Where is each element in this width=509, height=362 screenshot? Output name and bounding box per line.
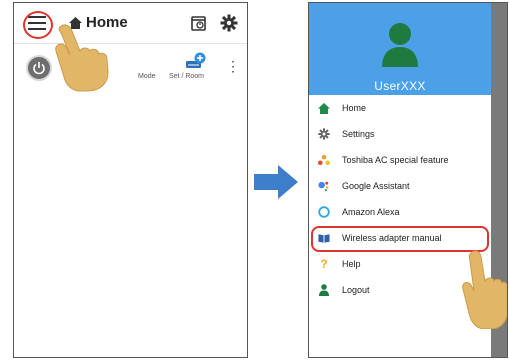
ac-unit-row[interactable]: Mode Set / Room ⋮ [14, 47, 247, 89]
question-icon: ? [320, 257, 328, 271]
mode-label: Mode [138, 73, 156, 80]
drawer-header: UserXXX [309, 3, 491, 95]
add-ac-unit-icon[interactable] [184, 51, 208, 78]
navigation-drawer-screen: UserXXX Home Settings Toshiba AC special… [308, 2, 508, 358]
menu-item-label: Toshiba AC special feature [342, 155, 449, 165]
menu-item-label: Home [342, 103, 367, 113]
menu-item-label: Google Assistant [342, 181, 410, 191]
menu-item-google-assistant[interactable]: Google Assistant [309, 173, 491, 199]
special-feature-icon [318, 154, 330, 166]
more-options-icon[interactable]: ⋮ [226, 59, 240, 73]
menu-item-label: Logout [342, 285, 370, 295]
username: UserXXX [374, 79, 426, 93]
app-header: Home [14, 3, 247, 44]
menu-item-home[interactable]: Home [309, 95, 491, 121]
home-screen: Home Mode Set / Room ⋮ [13, 2, 248, 358]
home-icon [318, 102, 330, 114]
gear-icon [318, 128, 330, 140]
menu-item-toshiba-special[interactable]: Toshiba AC special feature [309, 147, 491, 173]
user-avatar-icon [381, 21, 419, 72]
highlight-circle [23, 11, 53, 39]
power-button[interactable] [26, 55, 52, 81]
schedule-icon[interactable] [190, 14, 208, 32]
alexa-icon [318, 206, 330, 218]
menu-item-label: Help [342, 259, 361, 269]
pointing-hand-icon [52, 21, 112, 98]
menu-item-label: Amazon Alexa [342, 207, 400, 217]
google-assistant-icon [318, 180, 330, 192]
menu-item-settings[interactable]: Settings [309, 121, 491, 147]
gear-icon[interactable] [220, 14, 238, 32]
pointing-hand-icon [461, 249, 507, 334]
menu-item-amazon-alexa[interactable]: Amazon Alexa [309, 199, 491, 225]
person-icon [318, 284, 330, 296]
right-arrow-icon [254, 165, 298, 204]
menu-item-label: Settings [342, 129, 375, 139]
